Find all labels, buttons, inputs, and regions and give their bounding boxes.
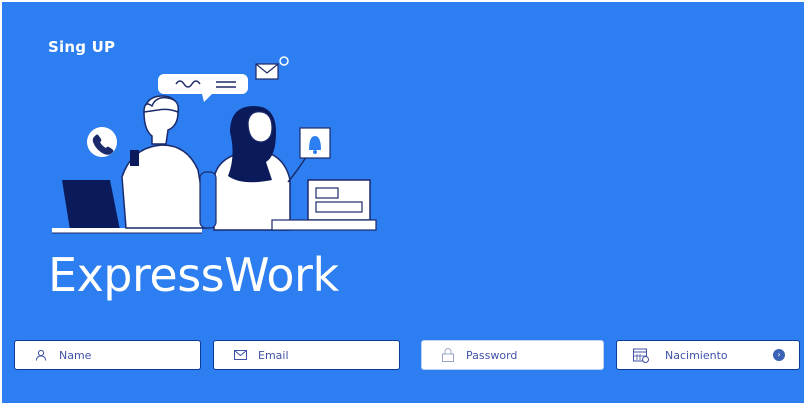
phone-icon <box>87 127 117 157</box>
email-field[interactable] <box>213 340 400 370</box>
name-input[interactable] <box>59 348 179 362</box>
page: Sing UP ExpressWork Name Email Nacimient… <box>0 0 806 404</box>
envelope-icon <box>255 56 289 80</box>
birthdate-field[interactable]: Nacimiento › <box>616 340 800 370</box>
calendar-icon <box>633 347 649 363</box>
man-figure <box>121 95 209 229</box>
mail-icon <box>232 347 248 363</box>
brand-title: ExpressWork <box>48 248 339 302</box>
password-field[interactable] <box>421 340 604 370</box>
password-input[interactable] <box>466 348 586 362</box>
lock-icon <box>440 347 456 363</box>
name-field[interactable] <box>14 340 201 370</box>
bell-icon <box>299 127 331 159</box>
hero-illustration <box>52 56 377 234</box>
chevron-right-icon[interactable]: › <box>773 349 785 361</box>
user-icon <box>33 347 49 363</box>
email-input[interactable] <box>258 348 378 362</box>
signup-panel: Sing UP ExpressWork Name Email Nacimient… <box>2 2 804 403</box>
birthdate-label: Nacimiento <box>665 348 728 362</box>
woman-figure <box>199 106 309 231</box>
